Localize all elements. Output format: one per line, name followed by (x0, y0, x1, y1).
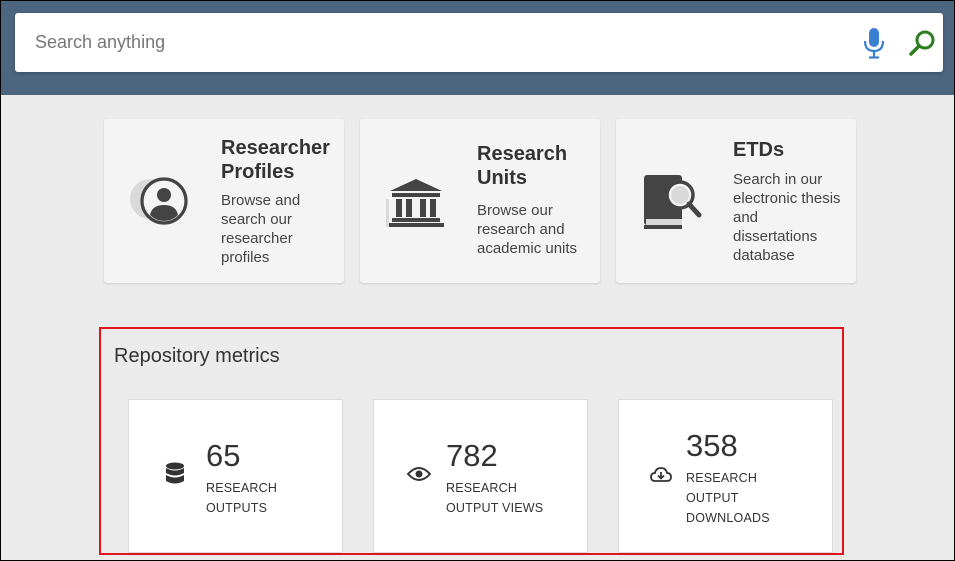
card-description: Browse and search our researcher profile… (221, 192, 301, 266)
card-etds[interactable]: ETDs Search in our electronic thesis and… (616, 119, 856, 283)
metric-research-output-downloads[interactable]: 358 RESEARCH OUTPUT DOWNLOADS (618, 399, 833, 553)
book-search-icon (644, 175, 702, 229)
page-frame: Researcher Profiles Browse and search ou… (1, 1, 954, 560)
user-circle-icon (130, 177, 188, 225)
metric-label: RESEARCH OUTPUT VIEWS (446, 481, 544, 515)
card-title: Research Units (477, 143, 568, 189)
card-title: ETDs (733, 139, 785, 161)
card-research-units[interactable]: Research Units Browse our research and a… (360, 119, 600, 283)
metric-value: 782 (446, 438, 498, 473)
header-bar (1, 1, 954, 95)
metric-value: 358 (686, 428, 738, 463)
metric-label: RESEARCH OUTPUTS (206, 481, 278, 515)
database-icon (166, 462, 184, 484)
microphone-icon[interactable] (863, 27, 885, 59)
eye-icon (407, 467, 431, 481)
search-icon[interactable] (908, 29, 936, 57)
card-researcher-profiles[interactable]: Researcher Profiles Browse and search ou… (104, 119, 344, 283)
metric-value: 65 (206, 438, 241, 473)
metric-label: RESEARCH OUTPUT DOWNLOADS (686, 471, 770, 525)
institution-icon (386, 179, 444, 227)
repository-metrics-section: Repository metrics 65 RESEARCH OUTPUTS 7… (99, 327, 844, 555)
search-box (15, 13, 943, 72)
card-description: Browse our research and academic units (477, 202, 578, 257)
card-description: Search in our electronic thesis and diss… (733, 171, 841, 264)
metric-research-output-views[interactable]: 782 RESEARCH OUTPUT VIEWS (373, 399, 588, 553)
metrics-title: Repository metrics (114, 345, 280, 367)
search-input[interactable] (15, 13, 845, 72)
metric-research-outputs[interactable]: 65 RESEARCH OUTPUTS (128, 399, 343, 553)
card-title: Researcher Profiles (221, 137, 330, 183)
cloud-download-icon (650, 467, 672, 482)
